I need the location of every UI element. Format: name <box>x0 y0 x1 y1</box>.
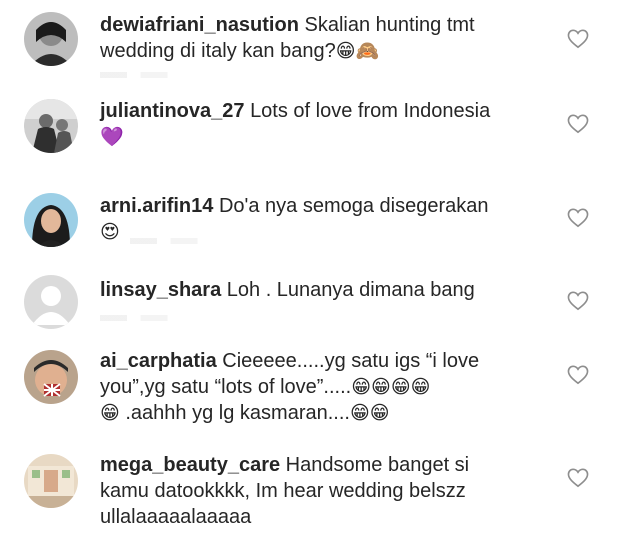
like-heart-icon[interactable] <box>567 29 589 49</box>
avatar[interactable] <box>24 454 78 508</box>
comment-body: Lots of love from Indonesia <box>250 100 491 122</box>
like-heart-icon[interactable] <box>567 208 589 228</box>
comment-text: dewiafriani_nasution Skalian hunting tmt… <box>100 12 510 64</box>
username-link[interactable]: mega_beauty_care <box>100 454 280 476</box>
avatar[interactable] <box>24 99 78 153</box>
avatar[interactable] <box>24 12 78 66</box>
like-heart-icon[interactable] <box>567 114 589 134</box>
emoji: 💜 <box>100 126 124 148</box>
like-heart-icon[interactable] <box>567 365 589 385</box>
avatar[interactable] <box>24 193 78 247</box>
comment-text: mega_beauty_care Handsome banget si kamu… <box>100 452 510 530</box>
like-heart-icon[interactable] <box>567 468 589 488</box>
emoji: 😁 <box>100 402 120 424</box>
avatar[interactable] <box>24 350 78 404</box>
comment-text: ai_carphatia Cieeeee.....yg satu igs “i … <box>100 348 510 426</box>
username-link[interactable]: ai_carphatia <box>100 350 217 372</box>
comment-meta <box>100 315 190 321</box>
comment-text: juliantinova_27 Lots of love from Indone… <box>100 98 510 150</box>
username-link[interactable]: dewiafriani_nasution <box>100 14 299 36</box>
emoji: 😁😁😁😁 <box>351 376 431 398</box>
emoji: 😁😁 <box>349 402 390 424</box>
emoji: 😁🙈 <box>335 40 380 62</box>
comment-body-continued: .aahhh yg lg kasmaran.... <box>125 402 350 424</box>
like-heart-icon[interactable] <box>567 291 589 311</box>
avatar[interactable] <box>24 275 78 329</box>
comment-text: linsay_shara Loh . Lunanya dimana bang <box>100 277 510 303</box>
emoji: 😍 <box>100 221 120 243</box>
username-link[interactable]: linsay_shara <box>100 279 221 301</box>
comment-meta <box>130 238 220 244</box>
comment-body: Do'a nya semoga disegerakan <box>218 195 489 217</box>
username-link[interactable]: juliantinova_27 <box>100 100 245 122</box>
comment-body: Loh . Lunanya dimana bang <box>226 279 475 301</box>
comment-meta <box>100 72 190 78</box>
username-link[interactable]: arni.arifin14 <box>100 195 213 217</box>
